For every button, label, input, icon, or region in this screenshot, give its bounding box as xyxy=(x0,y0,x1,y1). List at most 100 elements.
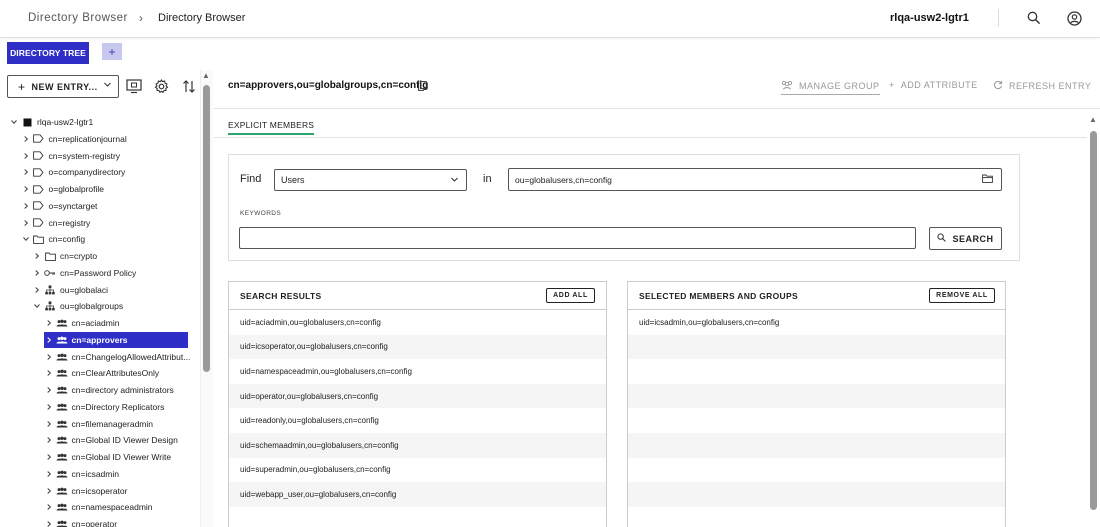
list-item[interactable]: uid=superadmin,ou=globalusers,cn=config xyxy=(229,458,606,483)
group-icon xyxy=(56,435,68,445)
refresh-entry-button[interactable]: REFRESH ENTRY xyxy=(993,80,1091,92)
tree-item[interactable]: cn=filemanageradmin xyxy=(44,416,153,432)
scroll-up-arrow-icon[interactable]: ▲ xyxy=(1089,115,1097,124)
chevron-right-icon[interactable] xyxy=(44,436,54,444)
keywords-input[interactable] xyxy=(239,227,916,249)
tree-item[interactable]: cn=ChangelogAllowedAttribut... xyxy=(44,349,190,365)
sort-icon[interactable] xyxy=(181,78,197,94)
search-results-panel: SEARCH RESULTS ADD ALL uid=aciadmin,ou=g… xyxy=(228,281,607,527)
tree-item[interactable]: cn=ClearAttributesOnly xyxy=(44,365,159,381)
remove-all-button[interactable]: REMOVE ALL xyxy=(929,288,995,303)
list-item[interactable]: uid=aciadmin,ou=globalusers,cn=config xyxy=(229,310,606,335)
tree-item[interactable]: o=companydirectory xyxy=(21,164,125,180)
tree-item[interactable]: cn=Global ID Viewer Design xyxy=(44,432,178,448)
tree-item[interactable]: cn=aciadmin xyxy=(44,315,119,331)
tree-item[interactable]: cn=Directory Replicators xyxy=(44,399,165,415)
chevron-right-icon[interactable] xyxy=(44,487,54,495)
scroll-up-arrow-icon[interactable]: ▲ xyxy=(202,71,210,80)
tree-item[interactable]: cn=directory administrators xyxy=(44,382,174,398)
tree-scrollbar-thumb[interactable] xyxy=(203,85,210,372)
manage-group-button[interactable]: MANAGE GROUP xyxy=(781,80,880,95)
tree-item[interactable]: ou=globalaci xyxy=(32,282,108,298)
chevron-right-icon[interactable] xyxy=(44,403,54,411)
list-item xyxy=(628,458,1005,483)
tree-item-label: ou=globalgroups xyxy=(60,301,124,312)
tree-item[interactable]: rlqa-usw2-lgtr1 xyxy=(9,114,93,130)
chevron-right-icon[interactable] xyxy=(44,386,54,394)
add-attribute-button[interactable]: + ADD ATTRIBUTE xyxy=(889,80,978,90)
search-base-field[interactable]: ou=globalusers,cn=config xyxy=(508,168,1002,191)
chevron-right-icon[interactable] xyxy=(44,336,54,344)
chevron-down-icon[interactable] xyxy=(21,235,31,243)
list-item[interactable]: uid=schemaadmin,ou=globalusers,cn=config xyxy=(229,433,606,458)
manage-group-label: MANAGE GROUP xyxy=(799,81,880,91)
tree-item-label: cn=replicationjournal xyxy=(48,133,127,144)
chevron-right-icon[interactable] xyxy=(44,520,54,527)
chevron-down-icon[interactable] xyxy=(9,118,19,126)
refresh-entry-label: REFRESH ENTRY xyxy=(1009,81,1092,91)
tree-item[interactable]: cn=crypto xyxy=(32,248,97,264)
new-entry-button[interactable]: + NEW ENTRY... xyxy=(7,75,119,98)
content-scrollbar-thumb[interactable] xyxy=(1090,131,1097,510)
tree-item[interactable]: cn=operator xyxy=(44,516,117,527)
tree-item[interactable]: cn=Password Policy xyxy=(32,265,136,281)
tree-item-label: cn=Global ID Viewer Design xyxy=(71,435,178,446)
tab-explicit-members[interactable]: EXPLICIT MEMBERS xyxy=(228,120,315,135)
chevron-down-icon[interactable] xyxy=(32,302,42,310)
chevron-right-icon[interactable] xyxy=(44,503,54,511)
list-item[interactable]: uid=namespaceadmin,ou=globalusers,cn=con… xyxy=(229,359,606,384)
chevron-right-icon[interactable] xyxy=(44,353,54,361)
search-base-value: ou=globalusers,cn=config xyxy=(515,174,612,185)
chevron-right-icon[interactable] xyxy=(32,286,42,294)
chevron-right-icon[interactable] xyxy=(21,219,31,227)
add-tab-button[interactable]: + xyxy=(102,43,122,60)
tree-item[interactable]: o=synctarget xyxy=(21,198,97,214)
user-account-icon[interactable] xyxy=(1065,9,1083,27)
list-item xyxy=(628,507,1005,527)
tree-item[interactable]: cn=replicationjournal xyxy=(21,131,127,147)
list-item[interactable]: uid=icsoperator,ou=globalusers,cn=config xyxy=(229,334,606,360)
tree-item[interactable]: o=globalprofile xyxy=(21,181,104,197)
chevron-right-icon[interactable] xyxy=(21,185,31,193)
chevron-right-icon[interactable] xyxy=(21,152,31,160)
chevron-right-icon[interactable] xyxy=(32,269,42,277)
search-icon[interactable] xyxy=(1025,9,1043,27)
refresh-icon xyxy=(993,80,1003,92)
gear-icon[interactable] xyxy=(153,78,169,94)
chevron-right-icon[interactable] xyxy=(44,470,54,478)
chevron-right-icon[interactable] xyxy=(44,420,54,428)
chevron-right-icon[interactable] xyxy=(21,135,31,143)
tree-item[interactable]: cn=namespaceadmin xyxy=(44,499,153,515)
add-all-button[interactable]: ADD ALL xyxy=(546,288,595,303)
list-item[interactable]: uid=icsadmin,ou=globalusers,cn=config xyxy=(628,310,1005,335)
chevron-right-icon[interactable] xyxy=(21,168,31,176)
tree-item-label: cn=icsoperator xyxy=(71,485,128,496)
tree-item[interactable]: cn=system-registry xyxy=(21,148,120,164)
tree-item[interactable]: cn=icsoperator xyxy=(44,483,128,499)
list-item[interactable]: uid=operator,ou=globalusers,cn=config xyxy=(229,383,606,409)
tree-item[interactable]: cn=Global ID Viewer Write xyxy=(44,449,171,465)
list-item[interactable]: uid=readonly,ou=globalusers,cn=config xyxy=(229,408,606,433)
tree-item[interactable]: cn=registry xyxy=(21,215,90,231)
object-type-select[interactable]: Users xyxy=(274,169,467,191)
chevron-right-icon[interactable] xyxy=(21,202,31,210)
tree-item-label: cn=Directory Replicators xyxy=(71,401,165,412)
tree-item[interactable]: cn=config xyxy=(21,231,85,247)
tree-item[interactable]: ou=globalgroups xyxy=(32,298,123,314)
folder-icon[interactable] xyxy=(982,174,993,185)
chevron-right-icon[interactable] xyxy=(44,369,54,377)
screen-icon[interactable] xyxy=(126,78,142,94)
search-button[interactable]: SEARCH xyxy=(929,227,1002,250)
entry-dn-title: cn=approvers,ou=globalgroups,cn=config xyxy=(228,80,429,91)
app-name[interactable]: Directory Browser xyxy=(28,12,128,24)
copy-icon[interactable] xyxy=(418,81,427,94)
chevron-right-icon[interactable] xyxy=(44,453,54,461)
tree-item[interactable]: cn=approvers xyxy=(43,331,188,348)
chevron-right-icon[interactable] xyxy=(44,319,54,327)
topbar-divider xyxy=(998,9,999,27)
chevron-right-icon[interactable] xyxy=(32,252,42,260)
group-icon xyxy=(56,368,68,378)
list-item[interactable]: uid=webapp_user,ou=globalusers,cn=config xyxy=(229,482,606,507)
tab-directory-tree[interactable]: DIRECTORY TREE xyxy=(7,42,89,64)
tree-item[interactable]: cn=icsadmin xyxy=(44,466,119,482)
